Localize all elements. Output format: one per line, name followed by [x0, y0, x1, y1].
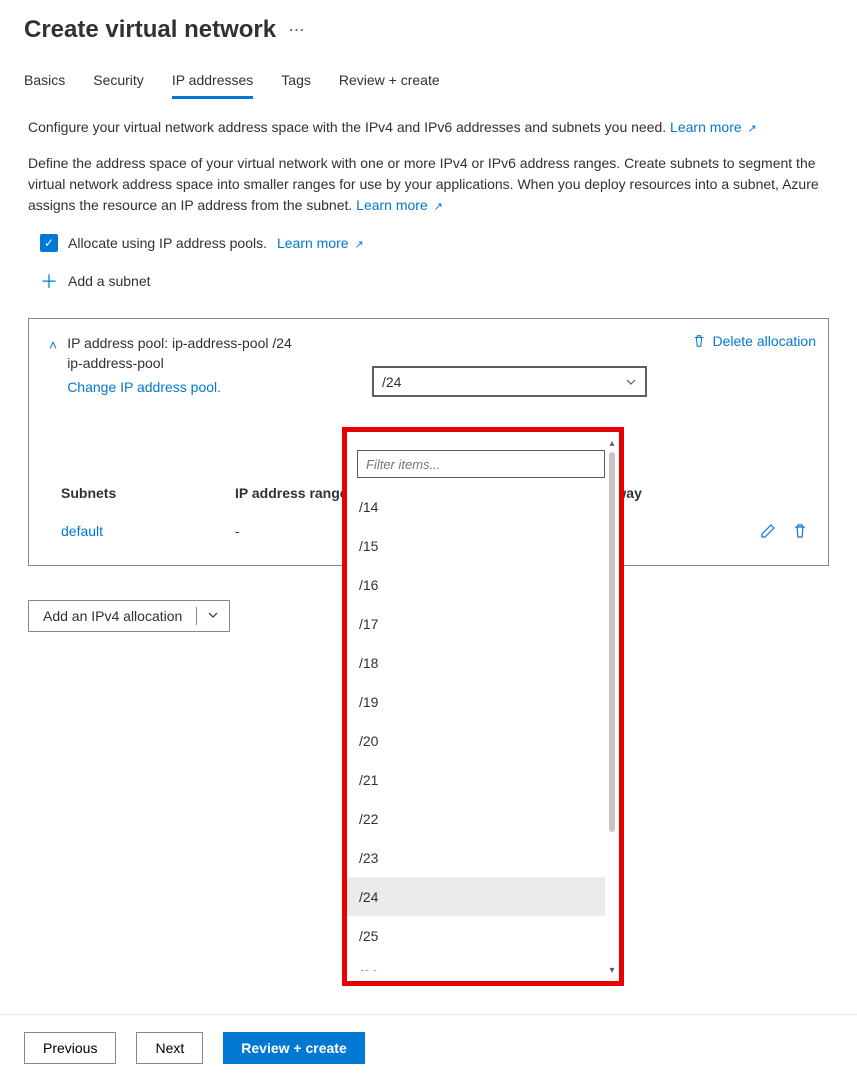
tab-ip-addresses[interactable]: IP addresses: [172, 72, 253, 99]
tab-tags[interactable]: Tags: [281, 72, 311, 99]
add-subnet-button[interactable]: ＋ Add a subnet: [40, 268, 829, 294]
prefix-option[interactable]: /19: [347, 682, 605, 721]
scrollbar[interactable]: ▴ ▾: [607, 438, 617, 975]
scroll-up-icon[interactable]: ▴: [607, 438, 617, 448]
tab-security[interactable]: Security: [93, 72, 144, 99]
prefix-option[interactable]: /14: [347, 487, 605, 526]
prefix-option[interactable]: /23: [347, 838, 605, 877]
tab-review-create[interactable]: Review + create: [339, 72, 440, 99]
prefix-option[interactable]: /21: [347, 760, 605, 799]
plus-icon: ＋: [40, 268, 58, 294]
footer: Previous Next Review + create: [0, 1014, 857, 1080]
pool-title: IP address pool: ip-address-pool /24: [67, 335, 292, 351]
filter-input[interactable]: [357, 450, 605, 478]
prefix-option[interactable]: /26: [347, 955, 605, 971]
external-link-icon: ↗: [354, 239, 363, 251]
scroll-thumb[interactable]: [609, 452, 615, 832]
review-create-button[interactable]: Review + create: [223, 1032, 364, 1064]
chevron-down-icon[interactable]: [197, 608, 229, 624]
subnet-name-link[interactable]: default: [61, 523, 103, 539]
prefix-option[interactable]: /24: [347, 877, 605, 916]
next-button[interactable]: Next: [136, 1032, 203, 1064]
prefix-option[interactable]: /16: [347, 565, 605, 604]
chevron-down-icon: [625, 376, 637, 388]
external-link-icon: ↗: [748, 123, 757, 135]
page-title: Create virtual network: [24, 16, 276, 44]
more-icon[interactable]: ⋯: [289, 20, 305, 40]
prefix-dropdown: /14/15/16/17/18/19/20/21/22/23/24/25/26 …: [342, 427, 624, 986]
prefix-select[interactable]: /24: [373, 367, 646, 396]
prefix-option[interactable]: /22: [347, 799, 605, 838]
collapse-icon[interactable]: ˄: [49, 337, 57, 353]
tab-basics[interactable]: Basics: [24, 72, 65, 99]
delete-allocation-button[interactable]: Delete allocation: [692, 333, 816, 349]
allocate-checkbox[interactable]: ✓: [40, 234, 58, 252]
external-link-icon: ↗: [434, 201, 443, 213]
scroll-down-icon[interactable]: ▾: [607, 965, 617, 975]
col-subnets: Subnets: [49, 485, 235, 501]
learn-more-link-3[interactable]: Learn more ↗: [277, 235, 364, 251]
prefix-option[interactable]: /25: [347, 916, 605, 955]
intro-text-2: Define the address space of your virtual…: [28, 153, 829, 216]
prefix-option[interactable]: /20: [347, 721, 605, 760]
edit-icon[interactable]: [760, 523, 776, 539]
add-allocation-label: Add an IPv4 allocation: [29, 608, 196, 624]
learn-more-link-2[interactable]: Learn more ↗: [356, 197, 443, 213]
change-pool-link[interactable]: Change IP address pool.: [67, 379, 221, 395]
learn-more-link-1[interactable]: Learn more ↗: [670, 119, 757, 135]
tabs: Basics Security IP addresses Tags Review + c…: [0, 44, 857, 99]
trash-icon: [692, 334, 706, 348]
intro-text-1-content: Configure your virtual network address s…: [28, 119, 666, 135]
add-subnet-label: Add a subnet: [68, 273, 151, 289]
pool-name: ip-address-pool: [67, 355, 292, 371]
prefix-option[interactable]: /15: [347, 526, 605, 565]
delete-icon[interactable]: [792, 523, 808, 539]
prefix-option[interactable]: /18: [347, 643, 605, 682]
allocate-label: Allocate using IP address pools.: [68, 235, 267, 251]
intro-text-1: Configure your virtual network address s…: [28, 119, 829, 135]
prefix-option[interactable]: /17: [347, 604, 605, 643]
add-allocation-button[interactable]: Add an IPv4 allocation: [28, 600, 230, 632]
previous-button[interactable]: Previous: [24, 1032, 116, 1064]
prefix-value: /24: [382, 374, 401, 390]
